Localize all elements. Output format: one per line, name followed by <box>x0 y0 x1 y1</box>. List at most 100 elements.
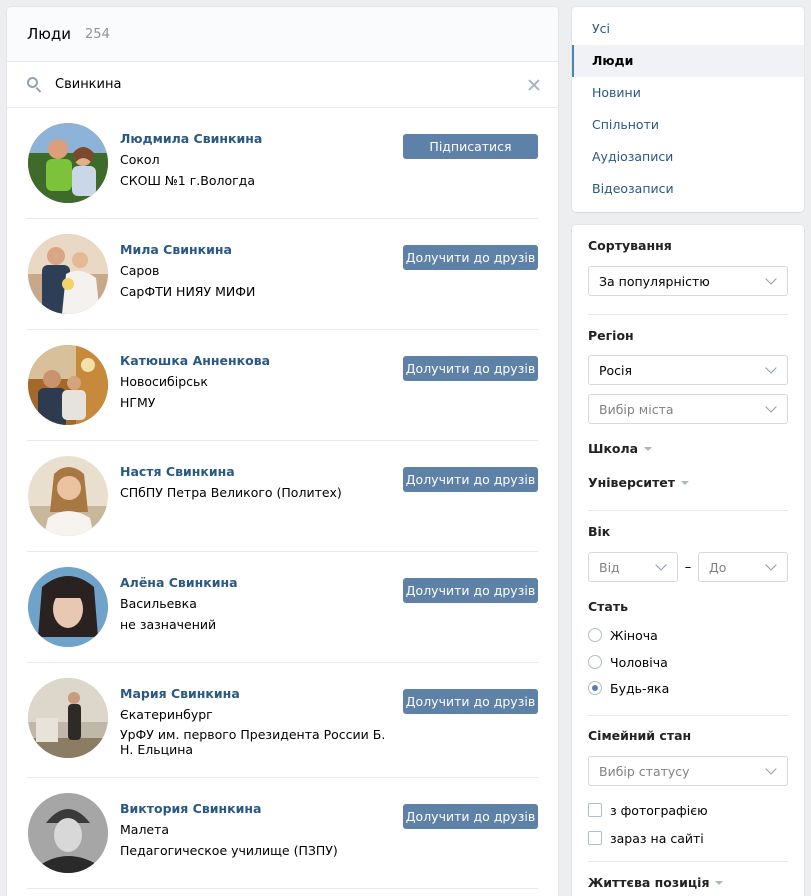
region-title: Регіон <box>588 328 634 343</box>
person-city: Саров <box>120 263 160 278</box>
age-to-value: До <box>709 559 727 575</box>
person-city: Єкатеринбург <box>120 707 213 722</box>
life-position-label: Життєва позиція <box>588 875 710 890</box>
person-education: СКОШ №1 г.Вологда <box>120 173 255 188</box>
divider <box>588 861 788 862</box>
person-education: СПбПУ Петра Великого (Политех) <box>120 485 342 500</box>
chevron-down-icon <box>765 558 777 571</box>
add-friend-button[interactable]: Долучити до друзів <box>403 467 538 492</box>
person-name-link[interactable]: Настя Свинкина <box>120 464 395 480</box>
divider <box>588 715 788 716</box>
avatar[interactable] <box>28 678 108 758</box>
radio-icon <box>588 628 602 642</box>
menu-item-all[interactable]: Усі <box>572 13 804 45</box>
checkbox-label: зараз на сайті <box>610 830 704 846</box>
person-name-link[interactable]: Мария Свинкина <box>120 686 395 702</box>
people-list: Людмила Свинкина Сокол СКОШ №1 г.Вологда… <box>7 108 558 889</box>
avatar[interactable] <box>28 345 108 425</box>
marital-placeholder: Вибір статусу <box>599 763 690 779</box>
page-title: Люди <box>27 25 72 43</box>
sex-male-radio[interactable]: Чоловіча <box>588 652 788 672</box>
person-name-link[interactable]: Виктория Свинкина <box>120 801 395 817</box>
life-position-expander[interactable]: Життєва позиція <box>588 875 788 890</box>
city-select[interactable]: Вибір міста <box>588 394 788 424</box>
search-input[interactable] <box>55 69 528 100</box>
sex-female-radio[interactable]: Жіноча <box>588 625 788 645</box>
person-education: УрФУ им. первого Президента России Б. Н.… <box>120 727 386 757</box>
list-item: Алёна Свинкина Васильевка не зазначений … <box>27 552 538 663</box>
caret-down-icon <box>644 446 653 451</box>
menu-item-people[interactable]: Люди <box>572 45 804 77</box>
age-title: Вік <box>588 524 611 539</box>
avatar[interactable] <box>28 123 108 203</box>
university-expander[interactable]: Університет <box>588 475 788 490</box>
chevron-down-icon <box>765 361 777 374</box>
age-from-select[interactable]: Від <box>588 552 678 582</box>
avatar[interactable] <box>28 793 108 873</box>
age-from-value: Від <box>599 559 620 575</box>
search-filters: Сортування За популярністю Регіон Росія … <box>572 225 804 896</box>
divider <box>588 510 788 511</box>
radio-checked-icon <box>588 681 602 695</box>
person-city: Сокол <box>120 152 160 167</box>
list-item: Виктория Свинкина Малета Педагогическое … <box>27 778 538 889</box>
sex-any-radio[interactable]: Будь-яка <box>588 678 788 698</box>
person-name-link[interactable]: Катюшка Анненкова <box>120 353 395 369</box>
checkbox-icon <box>588 803 602 817</box>
menu-item-news[interactable]: Новини <box>572 77 804 109</box>
list-item: Мария Свинкина Єкатеринбург УрФУ им. пер… <box>27 663 538 778</box>
list-item: Людмила Свинкина Сокол СКОШ №1 г.Вологда… <box>27 108 538 219</box>
avatar[interactable] <box>28 456 108 536</box>
person-name-link[interactable]: Людмила Свинкина <box>120 131 395 147</box>
school-expander[interactable]: Школа <box>588 441 788 456</box>
add-friend-button[interactable]: Долучити до друзів <box>403 804 538 829</box>
chevron-down-icon <box>765 400 777 413</box>
sex-title: Стать <box>588 599 629 614</box>
divider <box>588 314 788 315</box>
list-item: Настя Свинкина СПбПУ Петра Великого (Пол… <box>27 441 538 552</box>
sort-value: За популярністю <box>599 273 710 289</box>
close-icon[interactable] <box>528 79 540 91</box>
chevron-down-icon <box>765 272 777 285</box>
age-dash: – <box>684 559 692 575</box>
avatar[interactable] <box>28 567 108 647</box>
school-label: Школа <box>588 441 639 456</box>
marital-select[interactable]: Вибір статусу <box>588 756 788 786</box>
radio-label: Будь-яка <box>610 680 670 696</box>
person-name-link[interactable]: Алёна Свинкина <box>120 575 395 591</box>
person-city: Малета <box>120 822 170 837</box>
chevron-down-icon <box>765 762 777 775</box>
person-education: Педагогическое училище (ПЗПУ) <box>120 843 338 858</box>
university-label: Університет <box>588 475 676 490</box>
age-to-select[interactable]: До <box>698 552 788 582</box>
radio-label: Жіноча <box>610 627 658 643</box>
country-value: Росія <box>599 362 633 378</box>
add-friend-button[interactable]: Долучити до друзів <box>403 578 538 603</box>
person-city: Васильевка <box>120 596 197 611</box>
checkbox-label: з фотографією <box>610 802 708 818</box>
subscribe-button[interactable]: Підписатися <box>403 134 538 159</box>
sort-select[interactable]: За популярністю <box>588 266 788 296</box>
avatar[interactable] <box>28 234 108 314</box>
with-photo-checkbox[interactable]: з фотографією <box>588 800 788 820</box>
sort-title: Сортування <box>588 238 672 253</box>
menu-item-audio[interactable]: Аудіозаписи <box>572 141 804 173</box>
add-friend-button[interactable]: Долучити до друзів <box>403 245 538 270</box>
person-name-link[interactable]: Мила Свинкина <box>120 242 395 258</box>
menu-item-video[interactable]: Відеозаписи <box>572 173 804 205</box>
person-education: СарФТИ НИЯУ МИФИ <box>120 284 256 299</box>
section-menu: Усі Люди Новини Спільноти Аудіозаписи Ві… <box>572 7 804 212</box>
country-select[interactable]: Росія <box>588 355 788 385</box>
menu-item-communities[interactable]: Спільноти <box>572 109 804 141</box>
add-friend-button[interactable]: Долучити до друзів <box>403 356 538 381</box>
radio-label: Чоловіча <box>610 654 668 670</box>
caret-down-icon <box>681 480 690 485</box>
marital-title: Сімейний стан <box>588 728 692 743</box>
person-education: НГМУ <box>120 395 156 410</box>
add-friend-button[interactable]: Долучити до друзів <box>403 689 538 714</box>
list-item: Катюшка Анненкова Новосибірськ НГМУ Долу… <box>27 330 538 441</box>
checkbox-icon <box>588 831 602 845</box>
results-count: 254 <box>85 26 110 42</box>
online-checkbox[interactable]: зараз на сайті <box>588 828 788 848</box>
search-bar <box>7 62 558 108</box>
